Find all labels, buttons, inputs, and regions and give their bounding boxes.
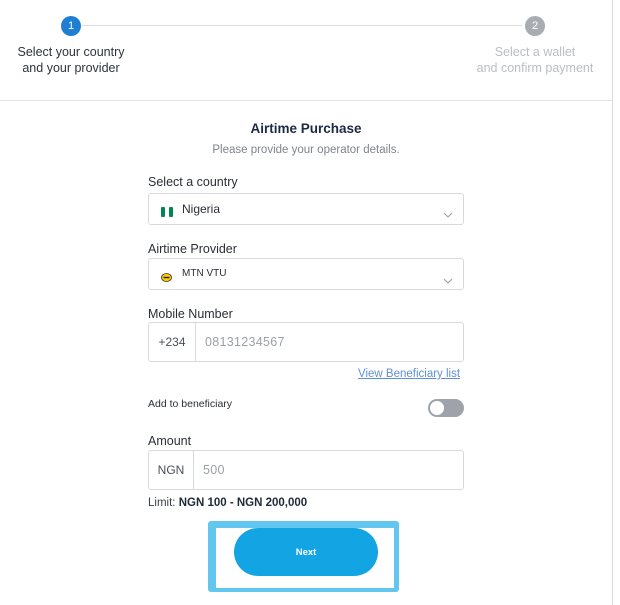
country-value: Nigeria [182, 202, 221, 216]
nigeria-flag-icon [161, 204, 173, 222]
step-2-label-line1: Select a wallet [494, 45, 576, 59]
chevron-down-icon [443, 271, 453, 289]
step-2-indicator: 2 [525, 16, 545, 36]
mobile-number-group: +234 [148, 322, 464, 362]
step-2: 2 Select a wallet and confirm payment [470, 0, 600, 76]
step-1-label: Select your country and your provider [10, 44, 132, 76]
limit-prefix: Limit: [148, 497, 176, 509]
view-beneficiary-link[interactable]: View Beneficiary list [358, 368, 460, 380]
country-label: Select a country [148, 175, 238, 189]
limit-range: NGN 100 - NGN 200,000 [178, 497, 308, 509]
panel-border [612, 0, 613, 605]
mtn-logo-icon [161, 269, 172, 287]
add-beneficiary-label: Add to beneficiary [148, 398, 233, 410]
next-button[interactable]: Next [234, 528, 378, 576]
amount-group: NGN [148, 450, 464, 490]
provider-select[interactable]: MTN VTU [148, 258, 464, 290]
toggle-knob [430, 401, 444, 415]
step-1-label-line2: and your provider [22, 61, 120, 75]
step-2-label: Select a wallet and confirm payment [470, 44, 600, 76]
provider-label: Airtime Provider [148, 242, 237, 256]
form-title: Airtime Purchase [250, 121, 362, 136]
step-2-label-line2: and confirm payment [476, 61, 594, 75]
add-beneficiary-toggle[interactable] [428, 399, 464, 417]
mobile-number-input[interactable] [196, 323, 463, 361]
step-1: 1 Select your country and your provider [10, 0, 132, 76]
country-select[interactable]: Nigeria [148, 193, 464, 225]
currency-prefix: NGN [149, 451, 194, 489]
stepper: 1 Select your country and your provider … [0, 0, 612, 101]
chevron-down-icon [443, 205, 453, 223]
step-1-label-line1: Select your country [17, 45, 125, 59]
provider-value: MTN VTU [182, 268, 227, 279]
form-subtitle: Please provide your operator details. [212, 144, 400, 156]
amount-input[interactable] [194, 451, 463, 489]
country-code-prefix: +234 [149, 323, 196, 361]
mobile-label: Mobile Number [148, 307, 233, 321]
amount-limit: Limit: NGN 100 - NGN 200,000 [148, 497, 307, 509]
stepper-line [82, 25, 522, 26]
step-1-indicator: 1 [61, 16, 81, 36]
amount-label: Amount [148, 434, 192, 448]
